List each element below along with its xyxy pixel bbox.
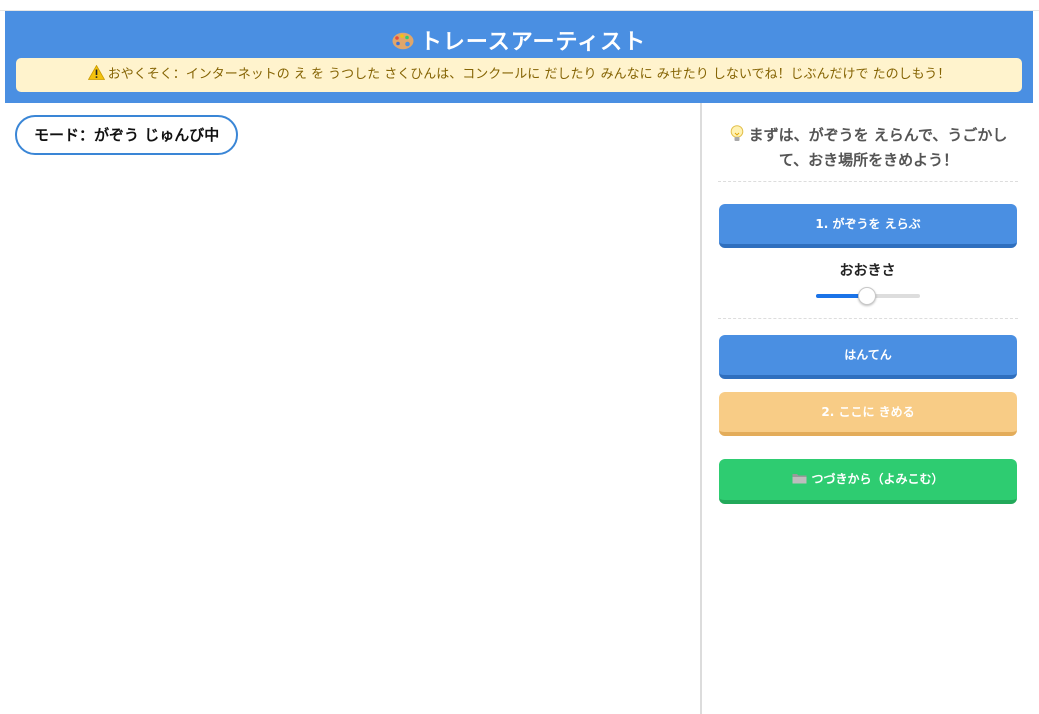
section-divider <box>718 318 1018 319</box>
size-slider[interactable] <box>816 287 920 305</box>
flip-button[interactable]: はんてん <box>719 335 1017 379</box>
browser-edge <box>0 0 1039 11</box>
warning-text: おやくそく：インターネットの え を うつした さくひんは、コンクールに だした… <box>107 67 951 82</box>
app-window: トレースアーティスト おやくそく：インターネットの え を うつした さくひんは… <box>0 0 1039 714</box>
app-header: トレースアーティスト おやくそく：インターネットの え を うつした さくひんは… <box>5 11 1033 103</box>
section-divider <box>718 181 1018 182</box>
app-title-text: トレースアーティスト <box>419 30 647 55</box>
slider-thumb[interactable] <box>858 287 876 305</box>
mode-badge: モード：がぞう じゅんび中 <box>15 115 239 155</box>
folder-icon <box>792 474 807 484</box>
place-here-button[interactable]: 2. ここに きめる <box>719 392 1017 436</box>
palette-icon <box>392 32 414 50</box>
lightbulb-icon <box>730 125 743 141</box>
hint-text: まずは、がぞうを えらんで、うごかして、おき場所をきめよう！ <box>748 126 1008 169</box>
trace-canvas[interactable]: モード：がぞう じゅんび中 <box>5 103 700 714</box>
select-image-button[interactable]: 1. がぞうを えらぶ <box>719 204 1017 248</box>
hint-message: まずは、がぞうを えらんで、うごかして、おき場所をきめよう！ <box>720 123 1017 173</box>
warning-banner: おやくそく：インターネットの え を うつした さくひんは、コンクールに だした… <box>16 58 1022 92</box>
warning-icon <box>87 65 105 80</box>
control-panel: まずは、がぞうを えらんで、うごかして、おき場所をきめよう！ 1. がぞうを え… <box>702 103 1033 714</box>
load-button-label: つづきから（よみこむ） <box>811 472 944 486</box>
size-label: おおきさ <box>839 263 896 279</box>
app-title: トレースアーティスト <box>5 24 1033 56</box>
load-continue-button[interactable]: つづきから（よみこむ） <box>719 459 1017 504</box>
